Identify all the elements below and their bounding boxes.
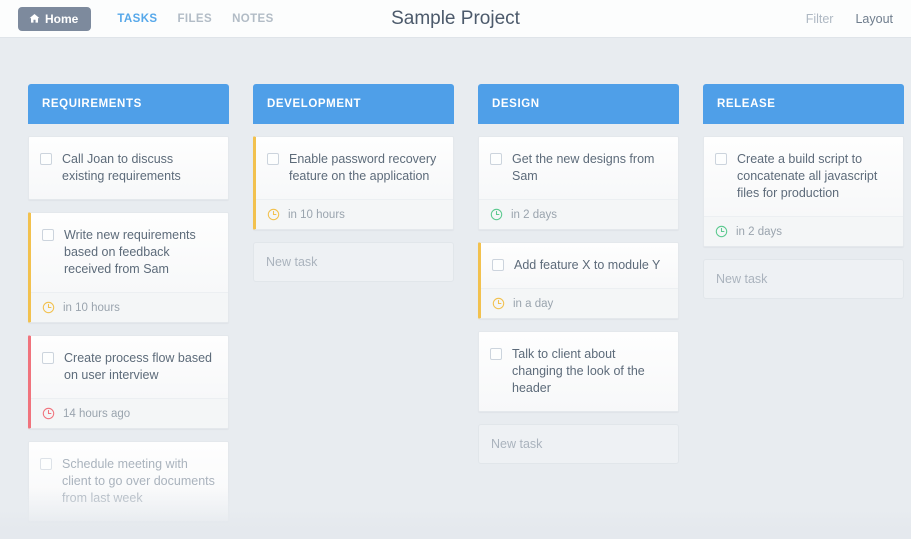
column-title: REQUIREMENTS xyxy=(42,98,142,110)
task-due-footer: in a day xyxy=(481,288,678,318)
tab-notes[interactable]: NOTES xyxy=(232,13,274,25)
task-card-main: Write new requirements based on feedback… xyxy=(31,213,228,292)
column-header: REQUIREMENTS xyxy=(28,84,229,124)
column-body: Create a build script to concatenate all… xyxy=(703,124,904,299)
task-checkbox[interactable] xyxy=(40,458,52,470)
task-title: Write new requirements based on feedback… xyxy=(64,228,196,276)
task-due-footer: in 2 days xyxy=(704,216,903,246)
task-card-main: Create process flow based on user interv… xyxy=(31,336,228,398)
task-checkbox[interactable] xyxy=(490,348,502,360)
task-checkbox[interactable] xyxy=(492,259,504,271)
task-due-footer: in 10 hours xyxy=(31,292,228,322)
clock-icon-on-track xyxy=(490,208,503,221)
column-title: RELEASE xyxy=(717,98,776,110)
column-header: DESIGN xyxy=(478,84,679,124)
layout-link[interactable]: Layout xyxy=(855,12,893,26)
task-card-main: Call Joan to discuss existing requiremen… xyxy=(29,137,228,199)
task-checkbox[interactable] xyxy=(40,153,52,165)
column-header: RELEASE xyxy=(703,84,904,124)
home-button[interactable]: Home xyxy=(18,6,92,31)
task-card[interactable]: Talk to client about changing the look o… xyxy=(478,331,679,412)
task-card[interactable]: Add feature X to module Y in a day xyxy=(478,242,679,319)
task-card[interactable]: Call Joan to discuss existing requiremen… xyxy=(28,136,229,200)
top-bar: Home TASKS FILES NOTES Sample Project Fi… xyxy=(0,0,911,38)
clock-icon-due-soon xyxy=(492,297,505,310)
column-body: Get the new designs from Sam in 2 days Add… xyxy=(478,124,679,464)
task-due-text: in 10 hours xyxy=(288,208,345,221)
task-card-main: Add feature X to module Y xyxy=(481,243,678,288)
task-checkbox[interactable] xyxy=(42,352,54,364)
board-column: DESIGN Get the new designs from Sam in 2 d… xyxy=(478,84,679,464)
column-body: Enable password recovery feature on the … xyxy=(253,124,454,282)
task-due-text: 14 hours ago xyxy=(63,407,131,420)
clock-icon-due-soon xyxy=(42,301,55,314)
column-body: Call Joan to discuss existing requiremen… xyxy=(28,124,229,522)
task-title: Talk to client about changing the look o… xyxy=(512,347,645,395)
filter-link[interactable]: Filter xyxy=(806,12,834,26)
task-card-main: Talk to client about changing the look o… xyxy=(479,332,678,411)
new-task-input[interactable] xyxy=(253,242,454,282)
task-checkbox[interactable] xyxy=(715,153,727,165)
task-title: Schedule meeting with client to go over … xyxy=(62,457,215,505)
tab-files[interactable]: FILES xyxy=(177,13,212,25)
tab-tasks[interactable]: TASKS xyxy=(117,13,157,25)
task-card[interactable]: Get the new designs from Sam in 2 days xyxy=(478,136,679,230)
task-card[interactable]: Create a build script to concatenate all… xyxy=(703,136,904,247)
task-title: Add feature X to module Y xyxy=(514,258,661,272)
task-card-main: Get the new designs from Sam xyxy=(479,137,678,199)
task-checkbox[interactable] xyxy=(42,229,54,241)
clock-icon-overdue xyxy=(42,407,55,420)
task-card-main: Enable password recovery feature on the … xyxy=(256,137,453,199)
task-due-text: in 2 days xyxy=(511,208,558,221)
board-column: DEVELOPMENT Enable password recovery feat… xyxy=(253,84,454,282)
task-card[interactable]: Write new requirements based on feedback… xyxy=(28,212,229,323)
task-title: Create a build script to concatenate all… xyxy=(737,152,878,200)
task-card-main: Create a build script to concatenate all… xyxy=(704,137,903,216)
task-checkbox[interactable] xyxy=(267,153,279,165)
task-due-text: in 10 hours xyxy=(63,301,120,314)
task-title: Create process flow based on user interv… xyxy=(64,351,212,382)
task-checkbox[interactable] xyxy=(490,153,502,165)
kanban-board: REQUIREMENTS Call Joan to discuss existin… xyxy=(0,38,911,539)
board-column: REQUIREMENTS Call Joan to discuss existin… xyxy=(28,84,229,522)
task-card[interactable]: Create process flow based on user interv… xyxy=(28,335,229,429)
task-title: Call Joan to discuss existing requiremen… xyxy=(62,152,181,183)
task-title: Get the new designs from Sam xyxy=(512,152,655,183)
nav-tabs: TASKS FILES NOTES xyxy=(117,13,273,25)
task-title: Enable password recovery feature on the … xyxy=(289,152,437,183)
topbar-actions: Filter Layout xyxy=(806,12,893,26)
new-task-input[interactable] xyxy=(703,259,904,299)
board-column: RELEASE Create a build script to concaten… xyxy=(703,84,904,299)
task-due-text: in a day xyxy=(513,297,554,310)
task-card[interactable]: Enable password recovery feature on the … xyxy=(253,136,454,230)
task-due-footer: 14 hours ago xyxy=(31,398,228,428)
clock-icon-on-track xyxy=(715,225,728,238)
column-title: DEVELOPMENT xyxy=(267,98,362,110)
new-task-input[interactable] xyxy=(478,424,679,464)
task-card-main: Schedule meeting with client to go over … xyxy=(29,442,228,521)
column-title: DESIGN xyxy=(492,98,540,110)
home-icon xyxy=(29,13,40,24)
clock-icon-due-soon xyxy=(267,208,280,221)
task-card[interactable]: Schedule meeting with client to go over … xyxy=(28,441,229,522)
task-due-text: in 2 days xyxy=(736,225,783,238)
task-due-footer: in 2 days xyxy=(479,199,678,229)
column-header: DEVELOPMENT xyxy=(253,84,454,124)
task-due-footer: in 10 hours xyxy=(256,199,453,229)
home-button-label: Home xyxy=(45,11,79,26)
